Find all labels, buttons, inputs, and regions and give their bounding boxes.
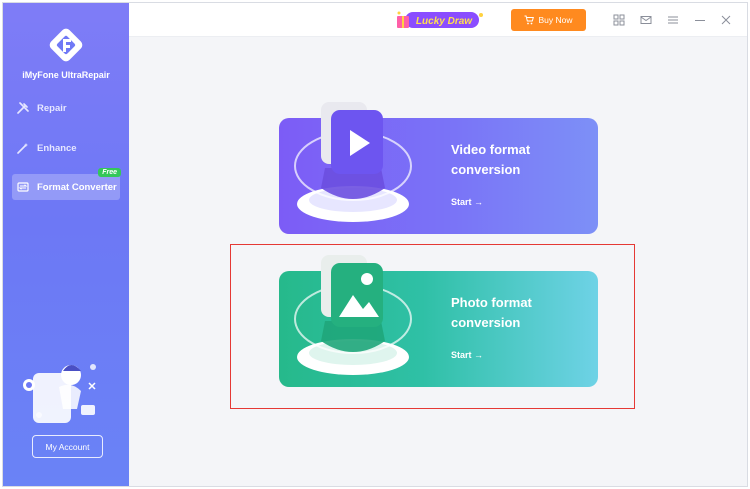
title-bar: Lucky Draw Buy Now — [129, 3, 747, 37]
close-icon[interactable] — [719, 13, 733, 27]
hamburger-menu-icon[interactable] — [666, 13, 680, 27]
buy-now-button[interactable]: Buy Now — [511, 9, 586, 31]
minimize-icon[interactable] — [693, 13, 707, 27]
repair-tools-icon — [16, 101, 30, 115]
sidebar-item-label: Format Converter — [37, 181, 117, 193]
sidebar-item-label: Enhance — [37, 142, 77, 154]
magic-wand-icon — [16, 141, 30, 155]
lucky-draw-label: Lucky Draw — [416, 16, 473, 27]
video-play-icon — [294, 102, 412, 222]
my-account-button[interactable]: My Account — [32, 435, 103, 458]
user-illustration — [23, 364, 96, 423]
sidebar: iMyFone UltraRepair Repair Enhance Forma… — [3, 3, 129, 486]
card-title-line2: conversion — [451, 162, 521, 177]
app-name: iMyFone UltraRepair — [22, 70, 110, 80]
video-format-conversion-card[interactable]: Video format conversion Start → — [279, 102, 598, 234]
app-window: iMyFone UltraRepair Repair Enhance Forma… — [2, 2, 748, 487]
start-link[interactable]: Start → — [451, 197, 483, 207]
sidebar-item-repair[interactable]: Repair — [12, 95, 120, 121]
free-badge: Free — [98, 168, 121, 177]
card-title: Video format conversion — [451, 140, 581, 180]
app-logo-icon — [49, 28, 83, 62]
buy-now-label: Buy Now — [538, 15, 573, 25]
lucky-draw-banner[interactable]: Lucky Draw — [395, 9, 487, 31]
sidebar-item-label: Repair — [37, 102, 67, 114]
cart-icon — [524, 15, 535, 25]
sidebar-item-enhance[interactable]: Enhance — [12, 135, 120, 161]
card-title-line1: Video format — [451, 142, 531, 157]
format-convert-icon — [16, 180, 30, 194]
grid-menu-icon[interactable] — [612, 13, 626, 27]
sidebar-item-format-converter[interactable]: Format Converter Free — [12, 168, 121, 200]
selection-highlight — [230, 244, 635, 409]
mail-icon[interactable] — [639, 13, 653, 27]
